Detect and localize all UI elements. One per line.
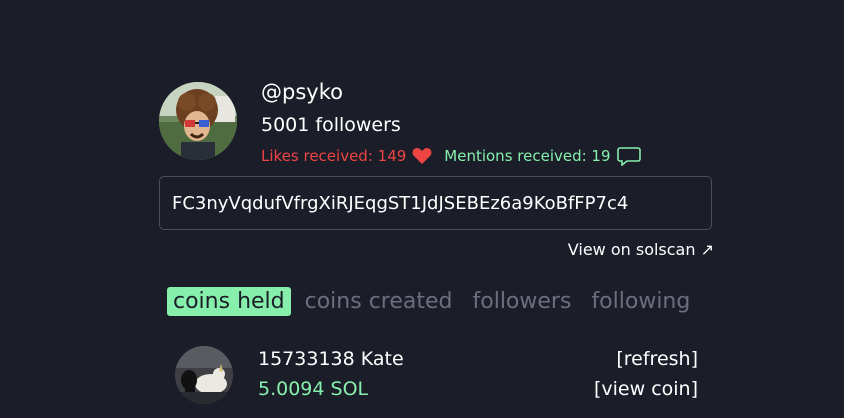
likes-received: Likes received: 149 <box>261 147 432 165</box>
coin-value: 5.0094 SOL <box>258 378 369 400</box>
profile-tabs: coins held coins created followers follo… <box>167 287 704 316</box>
mentions-received-label: Mentions received: 19 <box>444 147 611 165</box>
coin-name: 15733138 Kate <box>258 348 404 370</box>
refresh-button[interactable]: [refresh] <box>616 348 698 370</box>
wallet-address-field[interactable]: FC3nyVqdufVfrgXiRJEqgST1JdJSEBEz6a9KoBfF… <box>159 176 712 230</box>
tab-coins-held[interactable]: coins held <box>167 287 291 316</box>
view-on-solscan-link[interactable]: View on solscan ↗ <box>568 240 714 259</box>
wallet-address: FC3nyVqdufVfrgXiRJEqgST1JdJSEBEz6a9KoBfF… <box>172 192 629 214</box>
heart-icon <box>412 148 432 164</box>
tab-coins-created[interactable]: coins created <box>299 287 459 316</box>
view-coin-link[interactable]: [view coin] <box>594 378 698 400</box>
coin-avatar <box>175 346 233 404</box>
likes-received-label: Likes received: 149 <box>261 147 407 165</box>
mentions-received: Mentions received: 19 <box>444 146 641 166</box>
tab-followers[interactable]: followers <box>467 287 578 316</box>
chat-bubble-icon <box>616 147 641 166</box>
username: @psyko <box>261 80 343 104</box>
followers-count: 5001 followers <box>261 114 401 136</box>
profile-avatar <box>159 82 237 160</box>
tab-following[interactable]: following <box>585 287 696 316</box>
profile-stats: Likes received: 149 Mentions received: 1… <box>261 146 641 166</box>
profile-info: @psyko 5001 followers Likes received: 14… <box>261 80 641 166</box>
